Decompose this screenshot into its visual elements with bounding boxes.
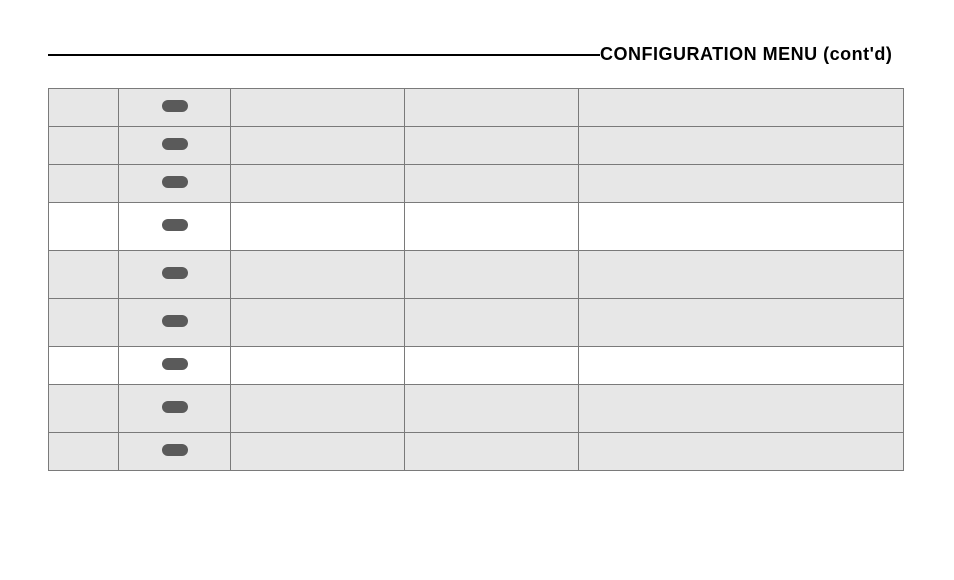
cell-col3 (231, 299, 405, 347)
cell-col1 (49, 385, 119, 433)
cell-col4 (405, 203, 579, 251)
cell-col4 (405, 433, 579, 471)
cell-col5 (579, 299, 904, 347)
cell-col3 (231, 385, 405, 433)
button-icon (162, 219, 188, 231)
button-icon (162, 315, 188, 327)
cell-col4 (405, 251, 579, 299)
table-row (49, 89, 904, 127)
cell-col5 (579, 165, 904, 203)
cell-icon (119, 251, 231, 299)
config-table (48, 88, 904, 471)
table-row (49, 165, 904, 203)
button-icon (162, 358, 188, 370)
cell-col3 (231, 433, 405, 471)
cell-icon (119, 299, 231, 347)
cell-col3 (231, 127, 405, 165)
cell-icon (119, 127, 231, 165)
cell-col5 (579, 127, 904, 165)
cell-col1 (49, 299, 119, 347)
cell-col1 (49, 203, 119, 251)
header-rule (48, 54, 600, 56)
cell-icon (119, 203, 231, 251)
table-row (49, 347, 904, 385)
button-icon (162, 401, 188, 413)
cell-col4 (405, 385, 579, 433)
cell-col3 (231, 89, 405, 127)
table-row (49, 127, 904, 165)
table-row (49, 251, 904, 299)
cell-col5 (579, 89, 904, 127)
cell-col1 (49, 89, 119, 127)
button-icon (162, 267, 188, 279)
cell-col1 (49, 165, 119, 203)
cell-col5 (579, 433, 904, 471)
cell-col4 (405, 89, 579, 127)
cell-icon (119, 89, 231, 127)
cell-col5 (579, 347, 904, 385)
cell-icon (119, 165, 231, 203)
cell-icon (119, 347, 231, 385)
cell-col4 (405, 165, 579, 203)
cell-col3 (231, 251, 405, 299)
table-row (49, 203, 904, 251)
cell-col4 (405, 347, 579, 385)
cell-col1 (49, 127, 119, 165)
cell-col5 (579, 385, 904, 433)
config-table-wrap (48, 88, 904, 471)
cell-col5 (579, 251, 904, 299)
cell-col3 (231, 165, 405, 203)
button-icon (162, 138, 188, 150)
cell-col4 (405, 127, 579, 165)
cell-col5 (579, 203, 904, 251)
button-icon (162, 176, 188, 188)
table-row (49, 299, 904, 347)
cell-col1 (49, 433, 119, 471)
table-row (49, 385, 904, 433)
cell-icon (119, 433, 231, 471)
button-icon (162, 444, 188, 456)
cell-col1 (49, 347, 119, 385)
header-title: CONFIGURATION MENU (cont'd) (600, 44, 892, 65)
cell-icon (119, 385, 231, 433)
button-icon (162, 100, 188, 112)
table-row (49, 433, 904, 471)
cell-col1 (49, 251, 119, 299)
cell-col3 (231, 347, 405, 385)
cell-col4 (405, 299, 579, 347)
cell-col3 (231, 203, 405, 251)
